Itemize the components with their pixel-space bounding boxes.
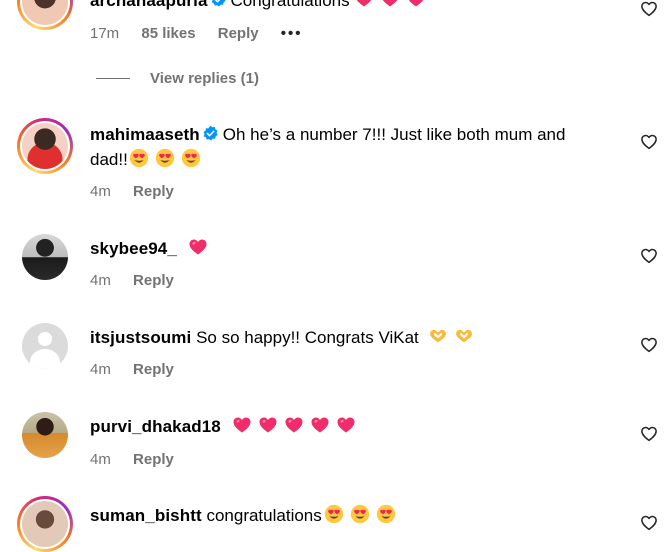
more-options-icon[interactable]: ••• [281, 25, 303, 42]
like-heart-icon[interactable] [640, 0, 658, 18]
heart-eyes-emoji [129, 148, 149, 168]
timestamp: 4m [90, 361, 111, 378]
heart-eyes-emoji [155, 148, 175, 168]
comment-body-line2: dad!! [90, 150, 128, 169]
verified-badge-icon [210, 0, 227, 8]
heart-eyes-emoji [350, 504, 370, 524]
pink-heart-emoji [232, 415, 252, 435]
comment-meta: 4m Reply [90, 271, 192, 291]
reply-button[interactable]: Reply [133, 451, 174, 468]
avatar[interactable] [17, 0, 73, 30]
username[interactable]: mahimaaseth [90, 125, 200, 144]
pink-heart-emoji [188, 237, 208, 257]
like-heart-icon[interactable] [640, 514, 658, 532]
pink-heart-emoji [380, 0, 400, 9]
pink-heart-emoji [336, 415, 356, 435]
divider-line [96, 78, 130, 79]
pink-heart-emoji [310, 415, 330, 435]
comment-text: skybee94_ [90, 236, 620, 261]
comment-body: Congratulations [230, 0, 350, 10]
comment-body: So so happy!! Congrats ViKat [196, 328, 419, 347]
timestamp: 17m [90, 25, 120, 42]
comment-body: congratulations [206, 506, 322, 525]
username[interactable]: suman_bishtt [90, 506, 202, 525]
pink-heart-emoji [354, 0, 374, 9]
reply-button[interactable]: Reply [133, 361, 174, 378]
view-replies-label: View replies (1) [150, 70, 259, 87]
like-heart-icon[interactable] [640, 336, 658, 354]
comment-meta: 4m Reply [90, 182, 192, 202]
timestamp: 4m [90, 451, 111, 468]
default-avatar-icon[interactable] [22, 323, 68, 369]
comment-text: archanaapuria Congratulations [90, 0, 620, 13]
like-heart-icon[interactable] [640, 247, 658, 265]
reply-button[interactable]: Reply [218, 25, 259, 42]
comment-text-line2: dad!! [90, 147, 620, 172]
timestamp: 4m [90, 183, 111, 200]
pink-heart-emoji [284, 415, 304, 435]
like-count[interactable]: 85 likes [141, 25, 195, 42]
username[interactable]: purvi_dhakad18 [90, 417, 221, 436]
username[interactable]: archanaapuria [90, 0, 208, 10]
username[interactable]: skybee94_ [90, 239, 177, 258]
comment-meta: 4m Reply [90, 450, 192, 470]
heart-eyes-emoji [324, 504, 344, 524]
comment-meta: 4m Reply [90, 360, 192, 380]
reply-button[interactable]: Reply [133, 272, 174, 289]
username[interactable]: itsjustsoumi [90, 328, 191, 347]
heart-hands-emoji [428, 326, 448, 346]
pink-heart-emoji [258, 415, 278, 435]
heart-eyes-emoji [181, 148, 201, 168]
avatar[interactable] [17, 118, 73, 174]
timestamp: 4m [90, 272, 111, 289]
view-replies-button[interactable]: View replies (1) [96, 70, 259, 87]
avatar[interactable] [22, 412, 68, 458]
pink-heart-emoji [406, 0, 426, 9]
heart-hands-emoji [454, 326, 474, 346]
reply-button[interactable]: Reply [133, 183, 174, 200]
comment-text: suman_bishtt congratulations [90, 503, 620, 528]
like-heart-icon[interactable] [640, 425, 658, 443]
heart-eyes-emoji [376, 504, 396, 524]
comment-text: purvi_dhakad18 [90, 414, 620, 439]
like-heart-icon[interactable] [640, 133, 658, 151]
avatar[interactable] [22, 234, 68, 280]
comment-meta: 17m 85 likes Reply ••• [90, 24, 321, 44]
avatar[interactable] [17, 496, 73, 552]
comment-body-line1: Oh he’s a number 7!!! Just like both mum… [222, 125, 566, 144]
verified-badge-icon [202, 125, 219, 142]
comment-text: itsjustsoumi So so happy!! Congrats ViKa… [90, 325, 620, 350]
comment-text: mahimaaseth Oh he’s a number 7!!! Just li… [90, 122, 620, 147]
